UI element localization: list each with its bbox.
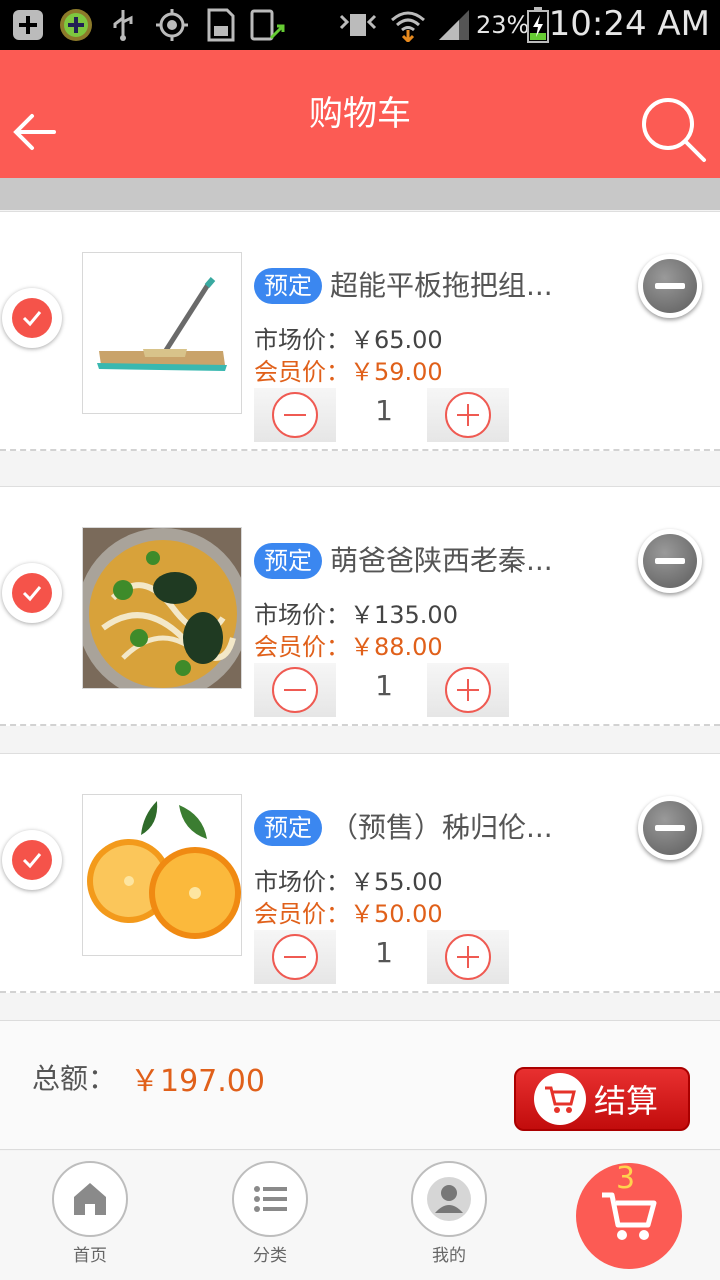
checkout-button[interactable]: 结算 — [514, 1067, 690, 1131]
nav-home-label: 首页 — [73, 1246, 107, 1266]
preorder-tag: 预定 — [254, 543, 322, 579]
wifi-icon — [388, 8, 428, 42]
quantity-value: 1 — [375, 936, 393, 969]
market-price: 市场价：￥65.00 — [254, 326, 443, 354]
divider — [0, 178, 720, 210]
app-plus-icon — [58, 8, 94, 42]
divider — [0, 449, 720, 451]
minus-icon — [272, 934, 318, 980]
cart-item: 预定 萌爸爸陕西老秦... 市场价：￥135.00 会员价：￥88.00 1 — [0, 486, 720, 726]
total-amount: ￥197.00 — [130, 1064, 265, 1099]
decrease-quantity-button[interactable] — [254, 930, 336, 984]
product-name[interactable]: （预售）秭归伦... — [330, 806, 590, 846]
select-checkbox[interactable] — [2, 288, 62, 348]
plus-icon — [445, 934, 491, 980]
list-icon — [254, 1186, 287, 1212]
quantity-value: 1 — [375, 669, 393, 702]
member-price: 会员价：￥59.00 — [254, 358, 443, 386]
nav-mine-label: 我的 — [432, 1246, 466, 1266]
product-name[interactable]: 萌爸爸陕西老秦... — [330, 539, 590, 579]
increase-quantity-button[interactable] — [427, 930, 509, 984]
bottom-nav: 首页 分类 我的 3 — [0, 1151, 720, 1280]
search-button[interactable] — [638, 94, 708, 164]
add-notification-icon — [10, 8, 46, 42]
search-icon — [642, 98, 706, 162]
select-checkbox[interactable] — [2, 830, 62, 890]
remove-icon — [643, 534, 697, 588]
signal-icon — [436, 8, 472, 42]
home-icon — [74, 1183, 106, 1215]
minus-icon — [272, 667, 318, 713]
battery-percent: 23% — [476, 11, 530, 39]
increase-quantity-button[interactable] — [427, 388, 509, 442]
checkout-label: 结算 — [594, 1082, 659, 1120]
nav-category-label: 分类 — [253, 1246, 287, 1266]
usb-icon — [108, 8, 138, 42]
remove-item-button[interactable] — [638, 796, 702, 860]
checkout-summary: 总额： ￥197.00 结算 — [0, 1020, 720, 1150]
divider — [0, 991, 720, 993]
member-price: 会员价：￥50.00 — [254, 900, 443, 928]
check-icon — [22, 311, 42, 327]
remove-item-button[interactable] — [638, 254, 702, 318]
vibrate-icon — [338, 8, 378, 42]
back-arrow-icon — [13, 114, 56, 150]
cart-item: 预定 超能平板拖把组... 市场价：￥65.00 会员价：￥59.00 1 — [0, 211, 720, 451]
check-icon — [22, 853, 42, 869]
cart-count-badge: 3 — [616, 1161, 636, 1196]
update-icon — [248, 8, 288, 42]
page-title: 购物车 — [309, 94, 411, 134]
plus-icon — [445, 392, 491, 438]
decrease-quantity-button[interactable] — [254, 663, 336, 717]
decrease-quantity-button[interactable] — [254, 388, 336, 442]
user-icon — [427, 1177, 471, 1221]
select-checkbox[interactable] — [2, 563, 62, 623]
nav-mine[interactable]: 我的 — [404, 1161, 494, 1266]
product-name[interactable]: 超能平板拖把组... — [330, 264, 590, 304]
back-button[interactable] — [8, 104, 64, 160]
total-label: 总额： — [32, 1062, 117, 1095]
market-price: 市场价：￥135.00 — [254, 601, 458, 629]
remove-icon — [643, 259, 697, 313]
gps-icon — [154, 8, 190, 42]
nav-category[interactable]: 分类 — [225, 1161, 315, 1266]
preorder-tag: 预定 — [254, 268, 322, 304]
remove-icon — [643, 801, 697, 855]
cart-icon — [602, 1192, 657, 1240]
clock: 10:24 AM — [548, 4, 710, 44]
plus-icon — [445, 667, 491, 713]
orange-image — [83, 795, 241, 955]
mop-image — [83, 253, 241, 413]
product-image[interactable] — [82, 794, 242, 956]
preorder-tag: 预定 — [254, 810, 322, 846]
minus-icon — [272, 392, 318, 438]
quantity-value: 1 — [375, 394, 393, 427]
noodle-image — [83, 528, 241, 688]
app-bar: 购物车 — [0, 50, 720, 178]
check-icon — [22, 586, 42, 602]
sd-card-icon — [202, 8, 238, 42]
remove-item-button[interactable] — [638, 529, 702, 593]
battery-charging-icon — [526, 7, 550, 43]
cart-item: 预定 （预售）秭归伦... 市场价：￥55.00 会员价：￥50.00 1 — [0, 753, 720, 993]
product-image[interactable] — [82, 527, 242, 689]
product-image[interactable] — [82, 252, 242, 414]
increase-quantity-button[interactable] — [427, 663, 509, 717]
cart-icon — [534, 1073, 586, 1125]
nav-home[interactable]: 首页 — [45, 1161, 135, 1266]
status-bar: 23% 10:24 AM — [0, 0, 720, 50]
market-price: 市场价：￥55.00 — [254, 868, 443, 896]
member-price: 会员价：￥88.00 — [254, 633, 443, 661]
divider — [0, 724, 720, 726]
